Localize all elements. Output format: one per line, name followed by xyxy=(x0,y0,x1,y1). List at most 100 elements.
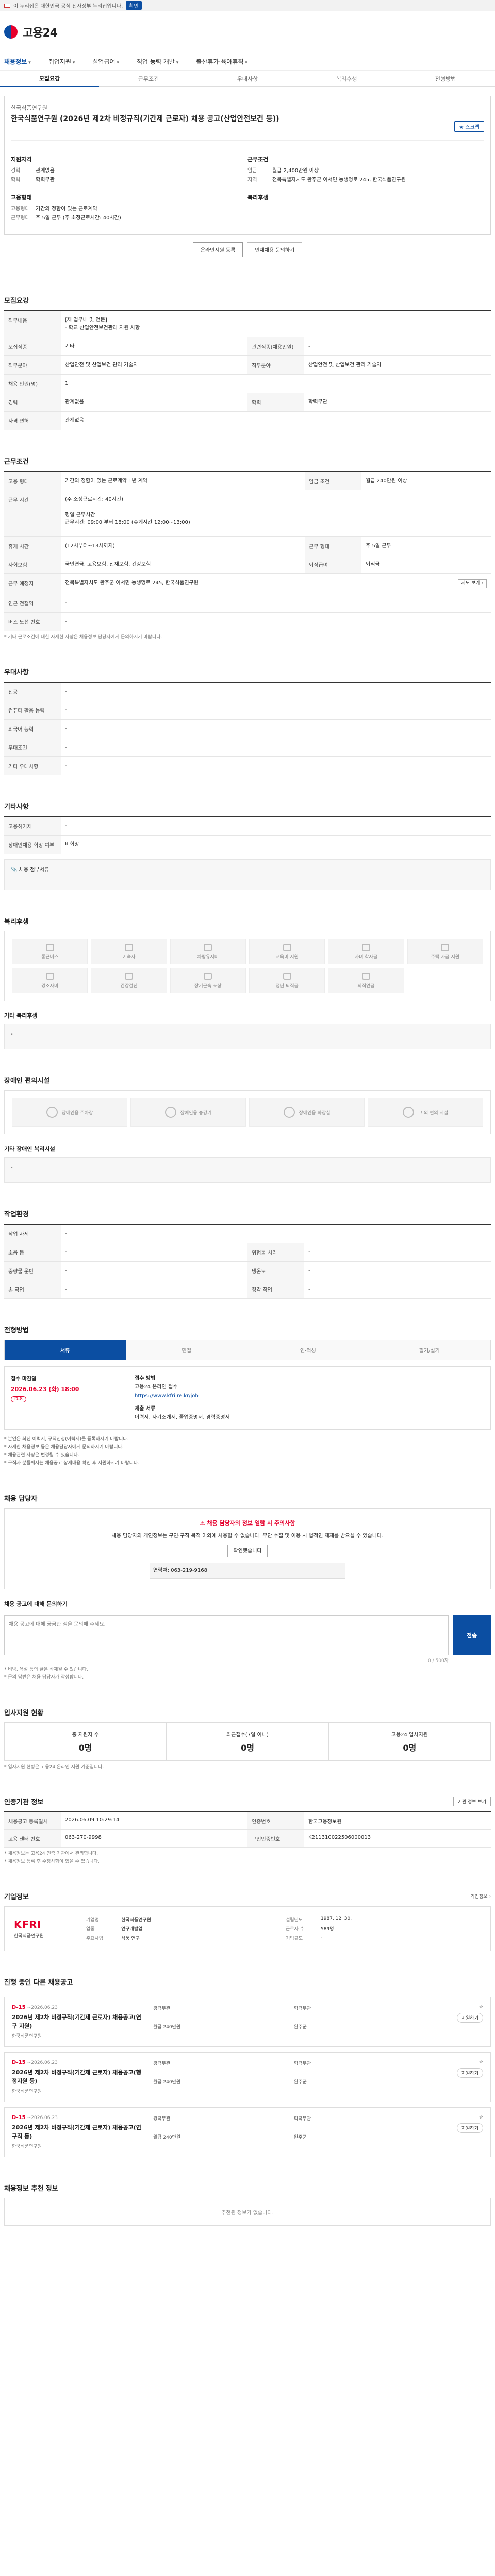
gnb-item[interactable]: 직업 능력 개발 xyxy=(137,57,178,66)
gnb-item[interactable]: 채용정보 xyxy=(4,57,31,66)
banner-confirm-button[interactable]: 확인 xyxy=(126,1,142,10)
disability-item: 그 외 편의 시설 xyxy=(368,1098,483,1127)
gov-banner-text: 이 누리집은 대한민국 공식 전자정부 누리집입니다. xyxy=(13,4,123,9)
contact-box: ⚠ 채용 담당자의 정보 열람 시 주의사항 채용 담당자의 개인정보는 구인·… xyxy=(4,1508,491,1589)
benefit-label: 건강검진 xyxy=(120,983,138,989)
benefit-item: 정년 퇴직금 xyxy=(249,968,325,993)
job-date: ~2026.06.23 xyxy=(27,2005,58,2011)
row-value: 1 xyxy=(61,374,491,393)
row-value: - xyxy=(61,682,491,701)
row-value: - xyxy=(61,756,491,775)
global-nav: 채용정보 취업지원 실업급여 직업 능력 개발 출산휴가·육아휴직 xyxy=(0,53,495,71)
summary-heading: 근무조건 xyxy=(248,156,269,163)
job-apply-button[interactable]: 지원하기 xyxy=(456,2068,483,2078)
company-logo: KFRI 한국식품연구원 xyxy=(14,1919,76,1939)
section-contact: 채용 담당자 ⚠ 채용 담당자의 정보 열람 시 주의사항 채용 담당자의 개인… xyxy=(4,1493,491,1682)
job-card-title[interactable]: 2026년 제2차 비정규직(기간제 근로자) 채용공고(연구직 등) xyxy=(12,2124,146,2141)
docs-value: 이력서, 자기소개서, 졸업증명서, 경력증명서 xyxy=(135,1415,230,1420)
job-tag: 완주군 xyxy=(294,2025,307,2030)
row-value: - xyxy=(304,337,491,356)
note-item: * 자세한 채용정보 등은 채용담당자에게 문의하시기 바랍니다. xyxy=(4,1445,124,1450)
row-value: 비희망 xyxy=(61,835,491,854)
inquiry-note: * 문의 답변은 채용 담당자가 작성합니다. xyxy=(4,1675,84,1681)
mgmt-button[interactable]: 기관 정보 보기 xyxy=(453,1797,491,1807)
benefit-label: 차량유지비 xyxy=(197,954,219,960)
related-job-card[interactable]: D-15 ~2026.06.23 2026년 제2차 비정규직(기간제 근로자)… xyxy=(4,2052,491,2103)
row-value: 월급 240만원 이상 xyxy=(361,471,491,490)
row-value: - xyxy=(61,1261,248,1280)
tab-select[interactable]: 전형방법 xyxy=(396,75,495,83)
job-apply-button[interactable]: 지원하기 xyxy=(456,2013,483,2023)
car-icon xyxy=(204,943,212,951)
company-logo-sub: 한국식품연구원 xyxy=(14,1934,44,1939)
job-tag: 완주군 xyxy=(294,2080,307,2086)
benefit-label: 주택 자금 지원 xyxy=(431,954,460,960)
disability-item: 장애인용 주차장 xyxy=(12,1098,127,1127)
summary-recruit: 지원자격 경력 관계없음 학력 학력무관 고용형태 고용형태 기간의 정함이 있는 근… xyxy=(11,155,248,224)
row-value: - xyxy=(61,612,491,631)
period-label: 접수 마감일 xyxy=(11,1376,37,1382)
work-address: 전북특별자치도 완주군 이서면 농생명로 245, 한국식품연구원 xyxy=(65,580,199,586)
scrap-button[interactable]: ★ 스크랩 xyxy=(454,121,484,132)
section-title: 인증기관 정보 xyxy=(4,1799,44,1807)
section-disability: 장애인 편의시설 장애인용 주차장 장애인용 승강기 장애인용 화장실 그 외 … xyxy=(4,1075,491,1183)
note-item: * 채용관련 사항은 변경될 수 있습니다. xyxy=(4,1452,79,1458)
inquire-button[interactable]: 인재채용 문의하기 xyxy=(247,242,303,257)
recruit-table: 직무내용 [제 업무내 및 전문] - 학교 산업안전보건관리 지원 사항 모집직… xyxy=(4,310,491,430)
section-title: 기타사항 xyxy=(4,803,29,811)
job-card-company: 한국식품연구원 xyxy=(12,2089,42,2095)
row-value: - xyxy=(61,738,491,757)
gnb-item[interactable]: 취업지원 xyxy=(48,57,75,66)
logo-icon[interactable] xyxy=(4,25,18,39)
row-value: [제 업무내 및 전문] - 학교 산업안전보건관리 지원 사항 xyxy=(61,311,491,337)
star-icon[interactable]: ☆ xyxy=(479,2115,483,2120)
stat-num: 0명 xyxy=(403,1742,417,1753)
stat-label: 고용24 입사지원 xyxy=(391,1732,428,1738)
row-key: 경력 xyxy=(4,393,61,412)
job-dday: D-15 xyxy=(12,2060,26,2066)
job-title: 한국식품연구원 (2026년 제2차 비정규직(기간제 근로자) 채용 공고(산… xyxy=(11,115,279,123)
confirm-button[interactable]: 확인했습니다 xyxy=(227,1544,268,1557)
tab-recruit[interactable]: 모집요강 xyxy=(0,71,99,87)
tab-work[interactable]: 근무조건 xyxy=(99,75,198,83)
method-url[interactable]: https://www.kfri.re.kr/job xyxy=(135,1392,484,1400)
job-date: ~2026.06.23 xyxy=(27,2115,58,2121)
health-icon xyxy=(124,972,133,980)
stat-item: 최근접수(7일 이내) 0명 xyxy=(167,1722,329,1760)
summary-value: 기간의 정함이 있는 근로계약 xyxy=(36,206,97,212)
logo-text[interactable]: 고용24 xyxy=(23,24,58,40)
tab-benefit[interactable]: 복리후생 xyxy=(297,75,396,83)
gnb-item[interactable]: 출산휴가·육아휴직 xyxy=(196,57,248,66)
row-value: - xyxy=(61,1243,248,1262)
star-icon[interactable]: ☆ xyxy=(479,2005,483,2010)
row-key: 인근 전철역 xyxy=(4,594,61,613)
inquiry-input[interactable] xyxy=(4,1615,449,1655)
row-key: 근무 형태 xyxy=(305,536,362,555)
job-apply-button[interactable]: 지원하기 xyxy=(456,2123,483,2133)
step-item: 서류 xyxy=(5,1340,126,1360)
tab-prefer[interactable]: 우대사항 xyxy=(198,75,297,83)
related-job-card[interactable]: D-15 ~2026.06.23 2026년 제2차 비정규직(기간제 근로자)… xyxy=(4,2107,491,2158)
stat-num: 0명 xyxy=(78,1742,92,1753)
job-card-title[interactable]: 2026년 제2차 비정규직(기간제 근로자) 채용공고(행정지원 등) xyxy=(12,2069,146,2086)
method-value: 고용24 온라인 접수 xyxy=(135,1384,178,1390)
benefit-item: 건강검진 xyxy=(91,968,167,993)
related-job-card[interactable]: D-15 ~2026.06.23 2026년 제2차 비정규직(기간제 근로자)… xyxy=(4,1997,491,2047)
company-key: 기업규모 xyxy=(286,1936,303,1942)
prefer-table: 전공 - 컴퓨터 활용 능력 - 외국어 능력 - 우대조건 - 기타 우대사항 - xyxy=(4,682,491,775)
attach-label[interactable]: 채용 첨부서류 xyxy=(19,867,49,873)
company-more-link[interactable]: 기업정보 › xyxy=(470,1893,491,1900)
company-name[interactable]: 한국식품연구원 xyxy=(11,104,484,112)
apply-button[interactable]: 온라인지원 등록 xyxy=(192,242,243,257)
job-card-title[interactable]: 2026년 제2차 비정규직(기간제 근로자) 채용공고(연구 지원) xyxy=(12,2013,146,2030)
row-key: 고용 형태 xyxy=(4,471,61,490)
star-icon[interactable]: ☆ xyxy=(479,2060,483,2065)
section-title: 우대사항 xyxy=(4,669,29,676)
row-value: 기간의 정함이 있는 근로계약 1년 계약 xyxy=(61,471,305,490)
gnb-item[interactable]: 실업급여 xyxy=(92,57,119,66)
row-key: 장애인채용 희망 여부 xyxy=(4,835,61,854)
summary-heading: 지원자격 xyxy=(11,156,32,163)
company-value: - xyxy=(321,1935,323,1940)
send-button[interactable]: 전송 xyxy=(453,1615,491,1655)
map-button[interactable]: 지도 보기 › xyxy=(457,579,487,588)
